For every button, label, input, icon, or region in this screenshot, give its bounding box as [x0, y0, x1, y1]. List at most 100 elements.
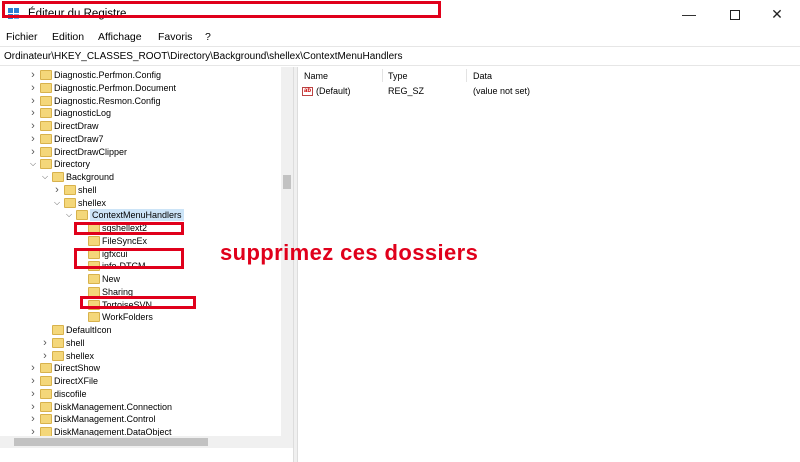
tree-node[interactable]: ⌵ shellex	[0, 197, 280, 209]
value-type: REG_SZ	[388, 86, 425, 96]
folder-icon	[76, 210, 88, 221]
column-separator[interactable]	[382, 69, 383, 82]
tree-node[interactable]: › discofile	[0, 388, 280, 400]
expand-arrow-icon[interactable]: ›	[28, 375, 38, 387]
tree-node-label: DirectXFile	[54, 376, 99, 386]
address-path[interactable]: Ordinateur\HKEY_CLASSES_ROOT\Directory\B…	[4, 51, 403, 62]
menu-affichage[interactable]: Affichage	[98, 31, 142, 43]
collapse-arrow-icon[interactable]: ⌵	[40, 171, 50, 183]
tree-node[interactable]: › DirectXFile	[0, 375, 280, 387]
tree-node[interactable]: DefaultIcon	[0, 324, 280, 336]
expand-arrow-icon[interactable]: ›	[52, 184, 62, 196]
tree-node[interactable]: › DiagnosticLog	[0, 107, 280, 119]
tree-node-label: WorkFolders	[102, 312, 153, 323]
maximize-button[interactable]	[712, 0, 758, 28]
menu-edition[interactable]: Edition	[52, 31, 84, 43]
tree-node[interactable]: › Diagnostic.Perfmon.Document	[0, 82, 280, 94]
folder-icon	[40, 376, 52, 386]
tree-node-label: DirectDraw	[54, 121, 99, 131]
collapse-arrow-icon[interactable]: ⌵	[64, 209, 74, 221]
tree-node[interactable]: ⌵ Directory	[0, 158, 280, 170]
folder-icon	[40, 159, 52, 170]
tree-node[interactable]: › shell	[0, 337, 280, 349]
folder-icon	[88, 274, 100, 284]
collapse-arrow-icon[interactable]: ⌵	[52, 197, 62, 209]
folder-icon	[52, 337, 64, 348]
highlight-box-sqshellext2	[74, 222, 184, 235]
tree-node[interactable]: › Diagnostic.Perfmon.Config	[0, 69, 280, 81]
tree-node-label: Background	[66, 172, 115, 182]
address-bar[interactable]: Ordinateur\HKEY_CLASSES_ROOT\Directory\B…	[0, 46, 800, 66]
string-value-icon: ab	[302, 87, 313, 96]
highlight-box-tortoisesvn	[80, 296, 196, 309]
tree-node-label: Directory	[54, 159, 91, 170]
tree-node[interactable]: ⌵ Background	[0, 171, 280, 183]
tree-node[interactable]: › DirectDrawClipper	[0, 146, 280, 158]
tree-node-label: shellex	[66, 350, 95, 361]
value-row[interactable]: ab (Default) REG_SZ (value not set)	[302, 86, 782, 98]
folder-icon	[64, 184, 76, 195]
expand-arrow-icon[interactable]: ›	[40, 350, 50, 362]
tree-node[interactable]: › shellex	[0, 350, 280, 362]
expand-arrow-icon[interactable]: ›	[28, 95, 38, 107]
tree-node[interactable]: › Diagnostic.Resmon.Config	[0, 95, 280, 107]
folder-icon	[40, 363, 52, 374]
tree-node[interactable]: New	[0, 273, 280, 285]
tree-node-label: DefaultIcon	[66, 325, 112, 335]
tree-horizontal-scroll-thumb[interactable]	[14, 438, 208, 446]
folder-icon	[88, 235, 100, 246]
tree-node[interactable]: WorkFolders	[0, 311, 280, 323]
tree-node[interactable]: › DirectDraw	[0, 120, 280, 132]
value-name: (Default)	[316, 86, 351, 96]
tree-node[interactable]: ⌵ ContextMenuHandlers	[0, 209, 280, 222]
column-header-type[interactable]: Type	[388, 71, 408, 81]
column-header-data[interactable]: Data	[473, 71, 492, 81]
tree-node-label: DirectDraw7	[54, 133, 104, 144]
tree-node[interactable]: › DiskManagement.Connection	[0, 401, 280, 413]
highlight-box-igfxcui-infodtcm	[74, 248, 184, 269]
expand-arrow-icon[interactable]: ›	[40, 337, 50, 349]
minimize-button[interactable]: —	[666, 0, 712, 28]
folder-icon	[52, 172, 64, 182]
tree-node-label: Diagnostic.Resmon.Config	[54, 95, 161, 106]
tree-node-label: FileSyncEx	[102, 235, 148, 246]
collapse-arrow-icon[interactable]: ⌵	[28, 158, 38, 170]
close-button[interactable]: ✕	[754, 0, 800, 28]
tree-node-label: New	[102, 274, 121, 284]
column-separator[interactable]	[466, 69, 467, 82]
folder-icon	[40, 401, 52, 412]
tree-node[interactable]: › shell	[0, 184, 280, 196]
tree-node[interactable]: › DirectDraw7	[0, 133, 280, 145]
menu-fichier[interactable]: Fichier	[6, 31, 38, 43]
expand-arrow-icon[interactable]: ›	[28, 413, 38, 425]
expand-arrow-icon[interactable]: ›	[28, 388, 38, 400]
menu-bar: Fichier Edition Affichage Favoris ?	[0, 28, 800, 46]
expand-arrow-icon[interactable]: ›	[28, 133, 38, 145]
folder-icon	[40, 133, 52, 144]
expand-arrow-icon[interactable]: ›	[28, 401, 38, 413]
tree-node[interactable]: › DiskManagement.Control	[0, 413, 280, 425]
expand-arrow-icon[interactable]: ›	[28, 82, 38, 94]
expand-arrow-icon[interactable]: ›	[28, 69, 38, 81]
tree-node-label: DirectDrawClipper	[54, 146, 128, 157]
folder-icon	[40, 388, 52, 399]
tree-node-label: DirectShow	[54, 363, 101, 374]
folder-icon	[40, 70, 52, 80]
menu-favoris[interactable]: Favoris	[158, 31, 192, 43]
tree-node-label: Diagnostic.Perfmon.Document	[54, 82, 177, 93]
folder-icon	[40, 82, 52, 93]
tree-node-label: shell	[78, 184, 97, 195]
expand-arrow-icon[interactable]: ›	[28, 362, 38, 374]
address-highlight-box	[2, 1, 441, 18]
tree-node-label: Diagnostic.Perfmon.Config	[54, 70, 162, 80]
tree-vertical-scroll-thumb[interactable]	[283, 175, 291, 189]
menu-help[interactable]: ?	[205, 31, 211, 43]
tree-node-label: shellex	[78, 197, 107, 208]
folder-icon	[64, 197, 76, 208]
tree-node[interactable]: › DirectShow	[0, 362, 280, 374]
folder-icon	[52, 350, 64, 361]
expand-arrow-icon[interactable]: ›	[28, 107, 38, 119]
expand-arrow-icon[interactable]: ›	[28, 120, 38, 132]
column-header-name[interactable]: Name	[304, 71, 328, 81]
expand-arrow-icon[interactable]: ›	[28, 146, 38, 158]
